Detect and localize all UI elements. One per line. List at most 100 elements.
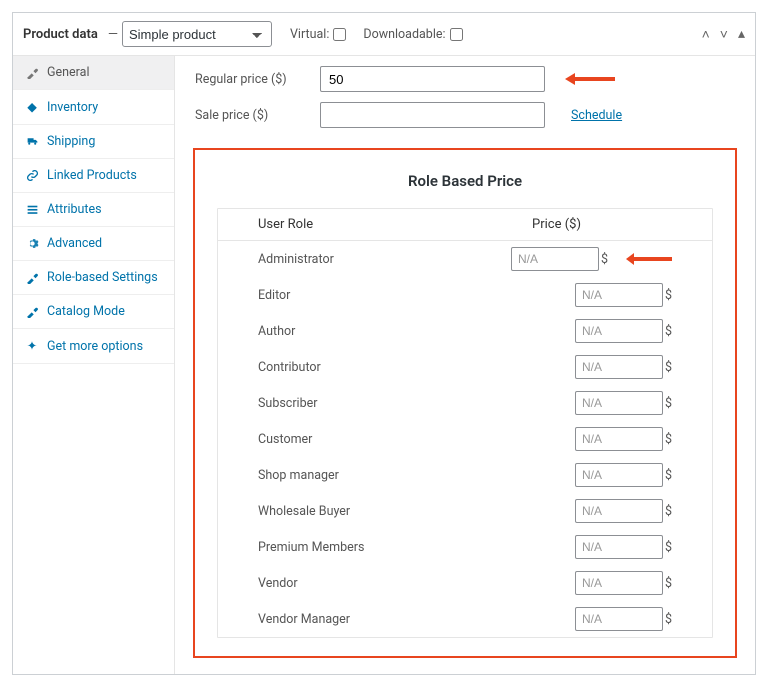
currency-label: $ <box>665 288 672 303</box>
role-based-price-section: Role Based Price User Role Price ($) Adm… <box>193 148 737 658</box>
role-price-input[interactable] <box>575 499 663 523</box>
table-row: Customer $ <box>218 421 712 457</box>
tab-label: Linked Products <box>47 168 137 183</box>
table-row: Author $ <box>218 313 712 349</box>
currency-label: $ <box>665 360 672 375</box>
regular-price-input[interactable] <box>320 66 545 92</box>
role-price-input[interactable] <box>575 391 663 415</box>
role-price-table: User Role Price ($) Administrator$Editor… <box>217 208 713 638</box>
role-price-input[interactable] <box>575 607 663 631</box>
role-price-input[interactable] <box>575 283 663 307</box>
table-row: Wholesale Buyer $ <box>218 493 712 529</box>
list-icon <box>25 203 39 216</box>
tab-general[interactable]: General <box>13 56 174 90</box>
schedule-link[interactable]: Schedule <box>571 108 622 123</box>
role-label: Editor <box>258 288 575 303</box>
downloadable-checkbox[interactable] <box>450 28 463 41</box>
role-label: Administrator <box>258 252 511 267</box>
wrench-icon <box>25 305 39 318</box>
currency-label: $ <box>665 504 672 519</box>
tab-linked-products[interactable]: Linked Products <box>13 159 174 193</box>
collapse-icon[interactable]: ▴ <box>738 26 745 42</box>
currency-label: $ <box>665 432 672 447</box>
currency-label: $ <box>665 540 672 555</box>
tab-label: Shipping <box>47 134 95 149</box>
currency-label: $ <box>665 396 672 411</box>
title-separator: — <box>108 27 118 42</box>
panel-body: General ◆ Inventory Shipping Linked Prod… <box>13 56 755 674</box>
col-user-role: User Role <box>258 217 532 232</box>
tab-label: Role-based Settings <box>47 270 158 285</box>
tab-label: Inventory <box>47 100 98 115</box>
role-price-input[interactable] <box>575 355 663 379</box>
role-label: Vendor Manager <box>258 612 575 627</box>
table-header: User Role Price ($) <box>218 209 712 241</box>
currency-label: $ <box>665 576 672 591</box>
role-label: Premium Members <box>258 540 575 555</box>
table-row: Vendor Manager $ <box>218 601 712 637</box>
role-based-price-title: Role Based Price <box>217 172 713 190</box>
currency-label: $ <box>665 324 672 339</box>
tab-shipping[interactable]: Shipping <box>13 125 174 159</box>
move-up-icon[interactable]: ˄ <box>702 26 710 43</box>
role-price-input[interactable] <box>575 535 663 559</box>
role-price-input[interactable] <box>575 463 663 487</box>
table-row: Shop manager $ <box>218 457 712 493</box>
sale-price-input[interactable] <box>320 102 545 128</box>
tab-advanced[interactable]: Advanced <box>13 227 174 261</box>
tab-catalog-mode[interactable]: Catalog Mode <box>13 295 174 329</box>
product-type-select[interactable]: Simple product <box>122 21 272 47</box>
downloadable-label: Downloadable: <box>363 25 465 44</box>
role-label: Vendor <box>258 576 575 591</box>
link-icon <box>25 169 39 182</box>
wrench-icon <box>25 66 39 79</box>
wrench-icon <box>25 271 39 284</box>
currency-label: $ <box>601 252 608 267</box>
currency-label: $ <box>665 612 672 627</box>
role-price-input[interactable] <box>575 427 663 451</box>
tab-attributes[interactable]: Attributes <box>13 193 174 227</box>
table-row: Vendor $ <box>218 565 712 601</box>
product-data-panel: Product data — Simple product Virtual: D… <box>12 12 756 675</box>
tab-label: Attributes <box>47 202 102 217</box>
col-price: Price ($) <box>532 217 672 232</box>
panel-controls: ˄ ˅ ▴ <box>702 26 745 43</box>
role-label: Wholesale Buyer <box>258 504 575 519</box>
tab-label: Advanced <box>47 236 102 251</box>
inventory-icon: ◆ <box>25 99 39 115</box>
tab-label: Get more options <box>47 339 143 354</box>
role-label: Shop manager <box>258 468 575 483</box>
sale-price-label: Sale price ($) <box>195 108 300 123</box>
panel-header: Product data — Simple product Virtual: D… <box>13 13 755 56</box>
role-label: Subscriber <box>258 396 575 411</box>
table-row: Editor $ <box>218 277 712 313</box>
role-price-input[interactable] <box>575 571 663 595</box>
tab-inventory[interactable]: ◆ Inventory <box>13 90 174 125</box>
table-row: Contributor$ <box>218 349 712 385</box>
regular-price-label: Regular price ($) <box>195 72 300 87</box>
virtual-label: Virtual: <box>290 25 349 44</box>
star-icon: ✦ <box>25 338 39 354</box>
move-down-icon[interactable]: ˅ <box>720 26 728 43</box>
header-checkboxes: Virtual: Downloadable: <box>290 25 466 44</box>
currency-label: $ <box>665 468 672 483</box>
table-row: Subscriber $ <box>218 385 712 421</box>
truck-icon <box>25 135 39 148</box>
virtual-checkbox[interactable] <box>333 28 346 41</box>
annotation-arrow-icon <box>626 253 672 265</box>
gear-icon <box>25 237 39 250</box>
panel-title: Product data <box>23 27 98 42</box>
role-label: Author <box>258 324 575 339</box>
product-data-tabs: General ◆ Inventory Shipping Linked Prod… <box>13 56 175 674</box>
table-row: Administrator $ <box>218 241 712 277</box>
tab-get-more-options[interactable]: ✦ Get more options <box>13 329 174 364</box>
regular-price-row: Regular price ($) <box>175 56 755 102</box>
role-label: Customer <box>258 432 575 447</box>
role-price-input[interactable] <box>511 247 599 271</box>
tab-content: Regular price ($) Sale price ($) Schedul… <box>175 56 755 674</box>
tab-label: General <box>47 65 90 80</box>
tab-label: Catalog Mode <box>47 304 125 319</box>
role-price-input[interactable] <box>575 319 663 343</box>
sale-price-row: Sale price ($) Schedule <box>175 102 755 138</box>
tab-role-based-settings[interactable]: Role-based Settings <box>13 261 174 295</box>
